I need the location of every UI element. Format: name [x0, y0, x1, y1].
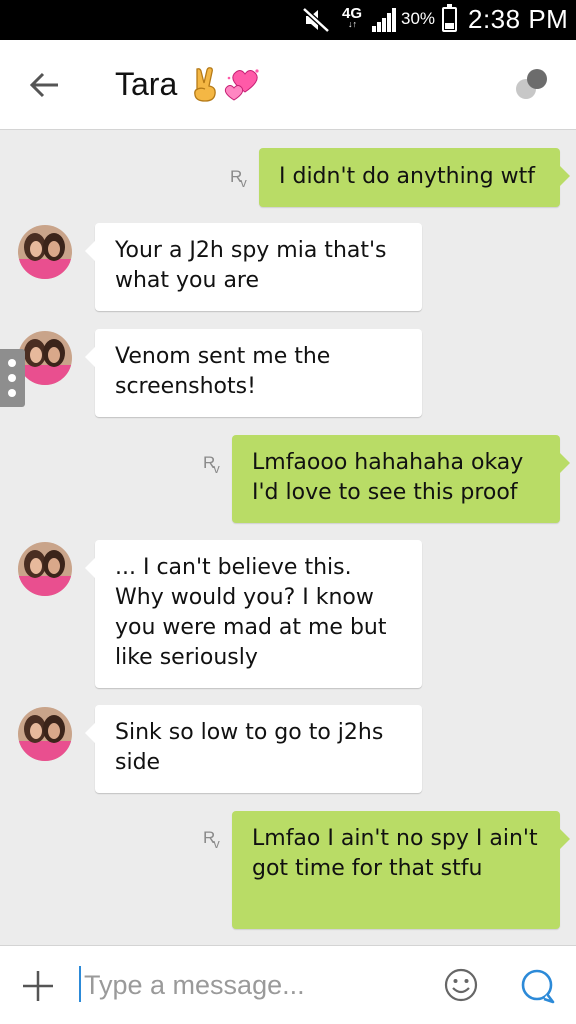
clock: 2:38 PM: [468, 4, 569, 34]
read-receipt: Rv: [230, 167, 249, 190]
contact-avatar[interactable]: [18, 331, 72, 385]
handle-dot: [8, 359, 16, 367]
mute-icon: [302, 7, 330, 33]
plus-icon[interactable]: [20, 968, 56, 1004]
network-type: 4G ↓↑: [342, 5, 362, 29]
contact-avatar[interactable]: [18, 225, 72, 279]
incoming-message[interactable]: Venom sent me the screenshots!: [85, 329, 422, 417]
incoming-message[interactable]: ... I can't believe this. Why would you?…: [85, 540, 422, 688]
read-receipt-v: v: [213, 461, 220, 476]
battery-icon: [442, 4, 457, 32]
avatar-photo: [18, 225, 72, 279]
avatar-photo: [18, 331, 72, 385]
read-receipt: Rv: [203, 453, 222, 476]
battery-level-fill: [445, 22, 454, 29]
read-receipt-v: v: [213, 836, 220, 851]
read-receipt: Rv: [203, 828, 222, 851]
contact-name[interactable]: Tara: [115, 66, 177, 103]
victory-hand-emoji: [194, 67, 216, 102]
read-receipt-v: v: [240, 175, 247, 190]
contact-avatar[interactable]: [18, 542, 72, 596]
smiley-icon[interactable]: [443, 967, 479, 1003]
handle-dot: [8, 374, 16, 382]
signal-icon: [372, 8, 396, 32]
battery-percent: 30%: [401, 9, 436, 28]
network-activity-arrows: ↓↑: [348, 19, 357, 29]
chat-header: Tara: [0, 40, 576, 130]
outgoing-message[interactable]: I didn't do anything wtf: [259, 148, 570, 207]
outgoing-message[interactable]: Lmfao I ain't no spy I ain't got time fo…: [232, 811, 570, 929]
avatar-photo: [18, 542, 72, 596]
incoming-message[interactable]: Your a J2h spy mia that's what you are: [85, 223, 422, 311]
send-icon[interactable]: [518, 967, 556, 1005]
two-hearts-emoji: [224, 69, 259, 101]
message-input[interactable]: [84, 967, 424, 1003]
message-list[interactable]: Rv I didn't do anything wtf Your a J2h s…: [0, 131, 576, 945]
side-drawer-handle[interactable]: [0, 349, 25, 407]
contact-avatar[interactable]: [18, 707, 72, 761]
handle-dot: [8, 389, 16, 397]
message-composer: [0, 945, 576, 1024]
avatar-photo: [18, 707, 72, 761]
outgoing-message[interactable]: Lmfaooo hahahaha okay I'd love to see th…: [232, 435, 570, 523]
options-icon[interactable]: [514, 67, 550, 103]
incoming-message[interactable]: Sink so low to go to j2hs side: [85, 705, 422, 793]
status-bar: 4G ↓↑ 30% 2:38 PM: [0, 0, 576, 40]
back-arrow-icon[interactable]: [28, 68, 62, 102]
text-cursor: [79, 966, 81, 1002]
